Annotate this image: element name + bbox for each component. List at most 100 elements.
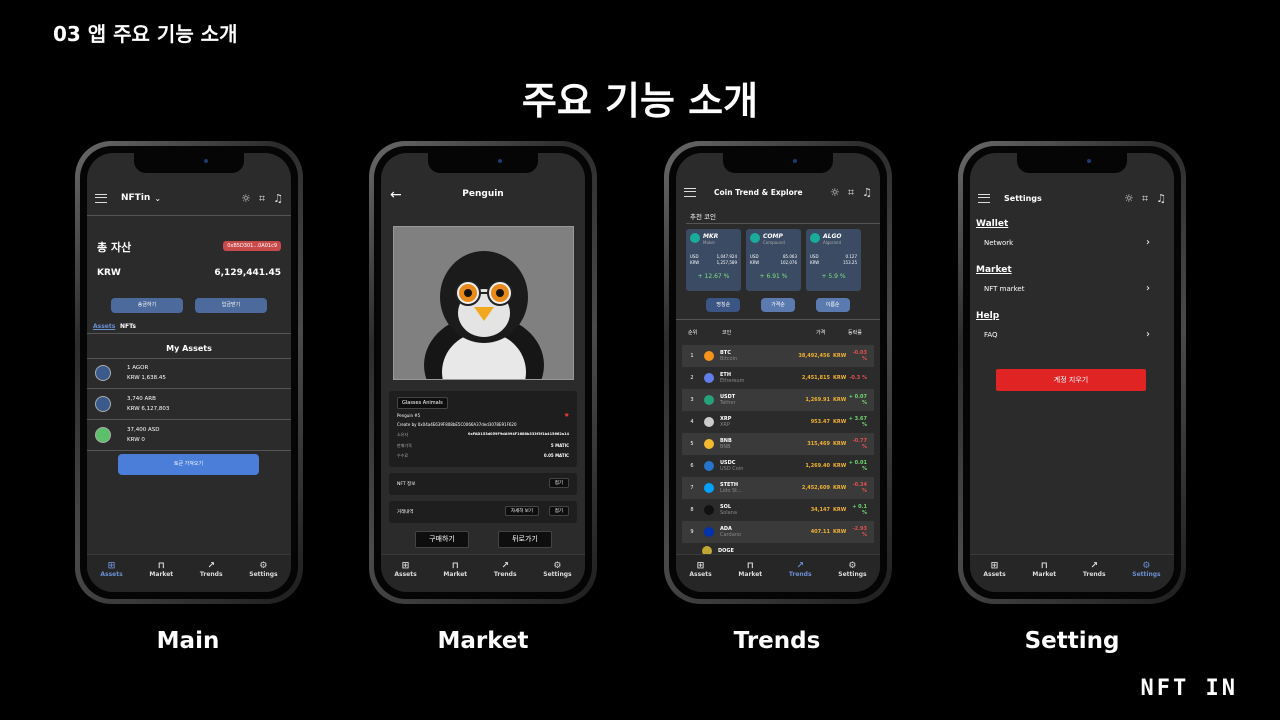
table-row[interactable]: 2 ETH Ethereum 2,451,815 KRW -0.3 % [682,367,874,389]
notch [134,153,244,173]
settings-item[interactable]: Network › [984,237,1150,253]
coin-symbol: ALGO [823,233,842,240]
heart-icon[interactable]: ♥ [565,413,569,419]
coin-rank: 4 [690,419,694,425]
coin-price: 2,452,609 [801,485,830,491]
buy-button[interactable]: 구매하기 [415,531,469,548]
token-name: Penguin #5 [397,413,421,418]
coin-names: ADA Cardano [720,526,780,538]
fold-button[interactable]: 접기 [548,478,569,488]
coin-symbol: MKR [703,233,719,240]
tab-assets[interactable]: ⊞ Assets [983,561,1005,578]
import-token-button[interactable]: 토큰 가져오기 [118,454,259,475]
table-row[interactable]: 5 BNB BNB 315,469 KRW -0.77 % [682,433,874,455]
sort-button[interactable]: 가격순 [760,298,795,312]
nft-image [393,226,574,380]
list-item[interactable]: 3,740 ARB KRW 6,127,803 [87,389,291,420]
asset-amount: 1 AGOR [127,365,149,371]
table-row[interactable]: 8 SOL Solana 34,147 KRW + 0.1 % [682,499,874,521]
back-button[interactable]: 뒤로가기 [498,531,552,548]
tab-assets[interactable]: ⊞ Assets [689,561,711,578]
tab-market[interactable]: ⊓ Market [738,561,762,578]
coin-card[interactable]: COMP Compound USD 85.063 KRW 102,076 + 6.91 % [746,229,801,291]
bell-icon[interactable]: ♫ [1156,193,1166,204]
table-row[interactable]: 1 BTC Bitcoin 38,492,456 KRW -0.03 % [682,345,874,367]
col-coin: 코인 [722,330,732,336]
fold-button-2[interactable]: 접기 [548,506,569,516]
theme-icon[interactable]: ☼ [241,193,251,204]
coin-name: Lido St... [720,488,742,494]
chevron-down-icon[interactable]: ⌄ [154,194,161,203]
list-item[interactable]: 1 AGOR KRW 1,638.45 [87,358,291,389]
sort-button[interactable]: 이름순 [815,298,850,312]
sort-button[interactable]: 명칭순 [706,298,741,312]
tab-trends[interactable]: ↗ Trends [200,561,223,578]
coin-change: + 0.01 % [848,460,867,472]
send-button[interactable]: 송금하기 [111,298,183,313]
tab-settings[interactable]: ⚙ Settings [249,561,277,578]
settings-item[interactable]: FAQ › [984,329,1150,345]
scan-icon[interactable]: ⌗ [848,187,854,198]
tab-label: Settings [543,571,572,578]
coin-change: -2.93 % [852,526,867,538]
app-name[interactable]: NFTin [121,193,150,203]
tab-settings[interactable]: ⚙ Settings [838,561,866,578]
fee-value: 0.05 MATIC [543,453,569,458]
table-row[interactable]: 4 XRP XRP 953.47 KRW + 3.67 % [682,411,874,433]
asset-krw: KRW 6,127,803 [127,406,170,412]
history-row[interactable]: 거래내역 자세히 보기 접기 [389,501,577,523]
settings-title: Settings [1004,193,1042,203]
bell-icon[interactable]: ♫ [862,187,872,198]
tab-market[interactable]: ⊓ Market [149,561,173,578]
scan-icon[interactable]: ⌗ [259,193,265,204]
tab-assets[interactable]: Assets [93,323,115,330]
table-row[interactable]: 3 USDT Tether 1,269.91 KRW + 0.07 % [682,389,874,411]
tab-label: Settings [1132,571,1161,578]
collection-badge[interactable]: Glasses Animals [397,397,448,409]
notch [723,153,833,173]
menu-icon[interactable] [978,193,990,203]
tab-market[interactable]: ⊓ Market [443,561,467,578]
coin-change: -0.03 % [852,350,867,362]
nft-info-row[interactable]: NFT 정보 접기 [389,473,577,495]
list-item[interactable]: 37,400 ASD KRW 0 [87,420,291,451]
address-badge[interactable]: 0xB5D301...0A01c9 [223,241,281,251]
fee-label: 수수료 [397,453,409,458]
coin-symbol: COMP [763,233,783,240]
scan-icon[interactable]: ⌗ [1142,193,1148,204]
tab-trends[interactable]: ↗ Trends [789,561,812,578]
detail-button[interactable]: 자세히 보기 [504,506,539,516]
my-assets-title: My Assets [166,344,212,353]
coin-name: Cardano [720,532,741,538]
table-row[interactable]: 7 STETH Lido St... 2,452,609 KRW -0.34 % [682,477,874,499]
section-header: Wallet [976,219,1009,229]
table-row[interactable]: 6 USDC USD Coin 1,269.40 KRW + 0.01 % [682,455,874,477]
coin-card[interactable]: MKR Maker USD 1,047.924 KRW 1,257,589 + 12.67 … [686,229,741,291]
chevron-right-icon: › [1146,329,1150,340]
menu-icon[interactable] [95,193,107,203]
tab-assets[interactable]: ⊞ Assets [394,561,416,578]
coin-icon [704,505,714,515]
tab-market[interactable]: ⊓ Market [1032,561,1056,578]
phone-market: ← Penguin Glasses Animals Penguin #5 ♥ C… [369,141,597,604]
krw-label: KRW [833,529,847,535]
tab-nfts[interactable]: NFTs [120,323,136,330]
theme-icon[interactable]: ☼ [830,187,840,198]
bell-icon[interactable]: ♫ [273,193,283,204]
tab-trends[interactable]: ↗ Trends [1083,561,1106,578]
theme-icon[interactable]: ☼ [1124,193,1134,204]
coin-card[interactable]: ALGO Algorand USD 0.127 KRW 153.25 + 5.9 % [806,229,861,291]
receive-button[interactable]: 입금받기 [195,298,267,313]
nft-info-label: NFT 정보 [397,482,416,487]
table-row[interactable]: 9 ADA Cardano 407.11 KRW -2.93 % [682,521,874,543]
settings-item[interactable]: NFT market › [984,283,1150,299]
tab-settings[interactable]: ⚙ Settings [543,561,571,578]
tab-label: Market [443,571,468,578]
notch [428,153,538,173]
tab-assets[interactable]: ⊞ Assets [100,561,122,578]
delete-account-button[interactable]: 계정 지우기 [996,369,1146,391]
wallet-icon: ⊞ [696,561,705,571]
tab-trends[interactable]: ↗ Trends [494,561,517,578]
tab-settings[interactable]: ⚙ Settings [1132,561,1160,578]
menu-icon[interactable] [684,187,696,197]
